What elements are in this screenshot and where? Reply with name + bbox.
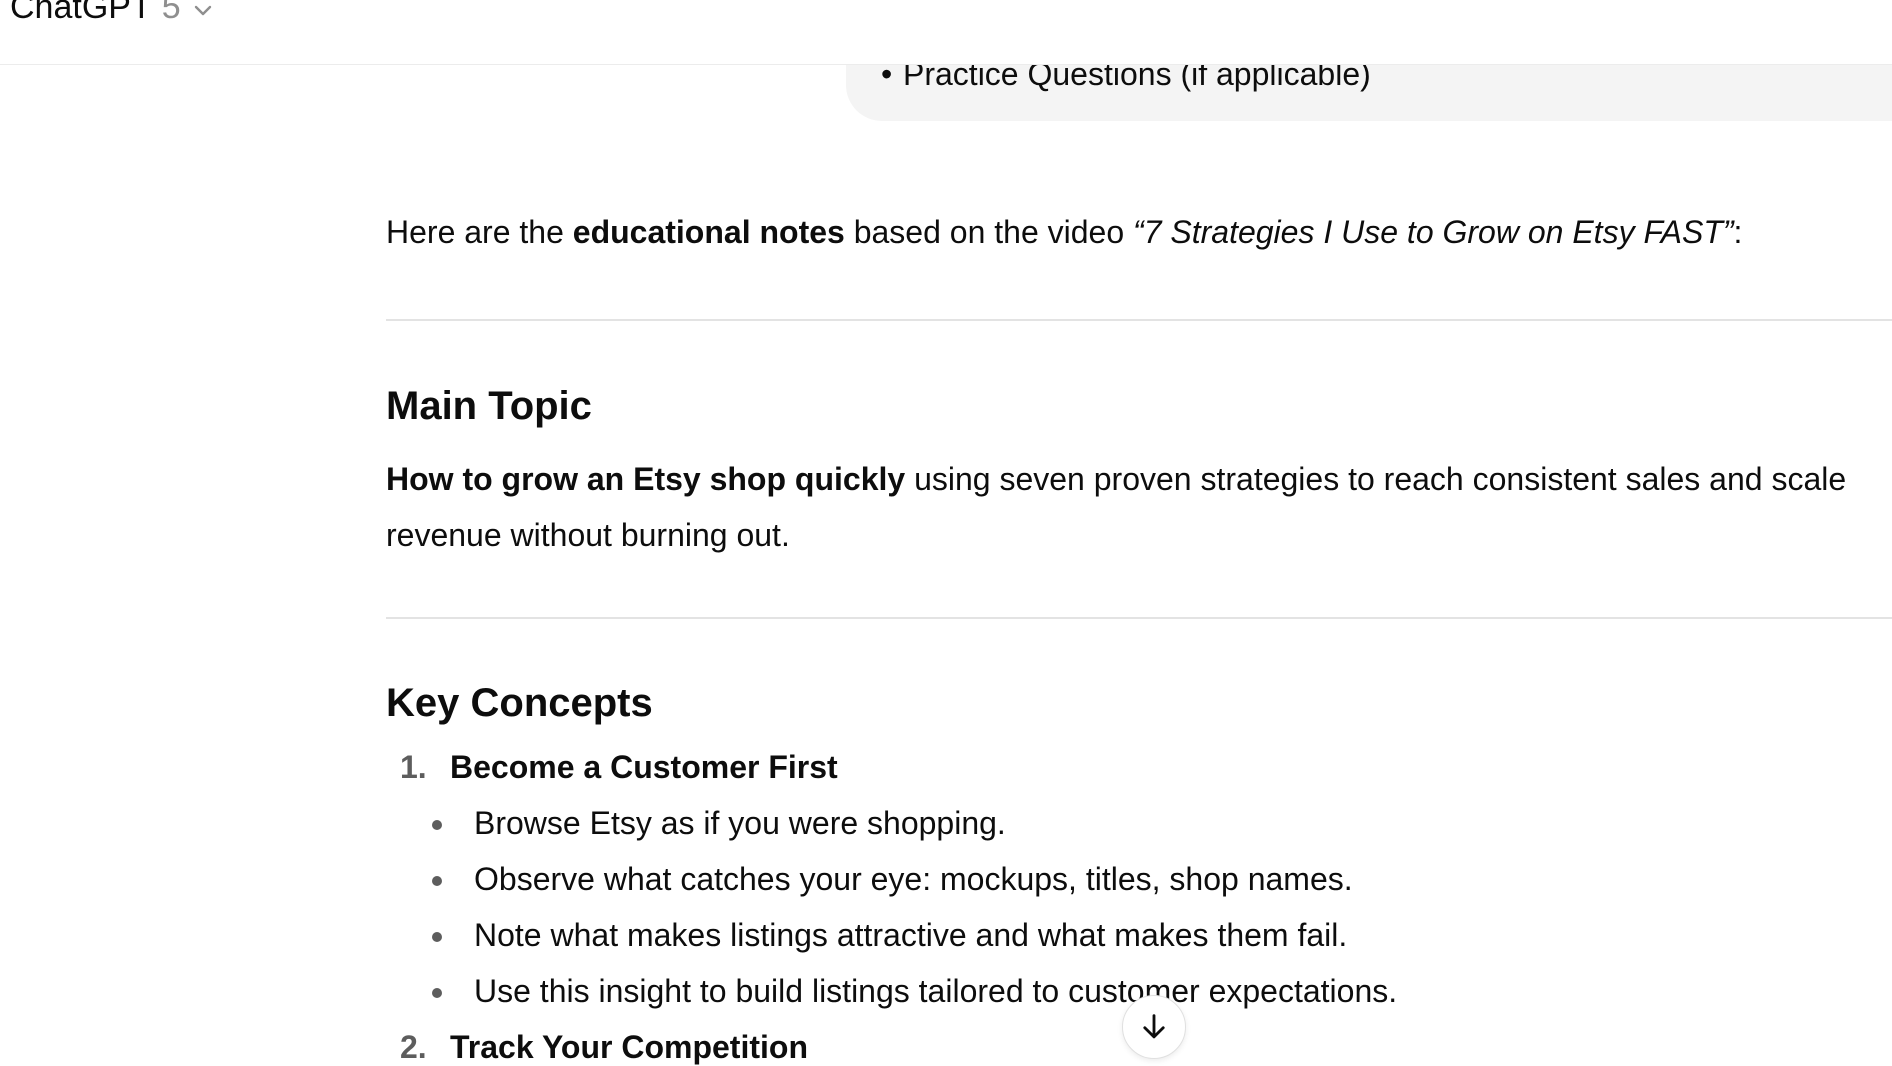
list-item: Note what makes listings attractive and … (432, 917, 1348, 954)
chevron-down-icon (194, 5, 211, 15)
concept-title: Become a Customer First (450, 749, 838, 785)
bullet-marker (432, 820, 442, 830)
main-topic-heading: Main Topic (386, 384, 592, 428)
list-item-text: Use this insight to build listings tailo… (474, 973, 1398, 1009)
divider (386, 319, 1892, 321)
intro-prefix: Here are the (386, 214, 573, 250)
list-item-text: Observe what catches your eye: mockups, … (474, 861, 1353, 897)
top-bar: ChatGPT 5 (0, 0, 1892, 65)
bullet-marker (432, 988, 442, 998)
list-item-text: Browse Etsy as if you were shopping. (474, 805, 1006, 841)
app-name: ChatGPT (10, 0, 152, 26)
divider (386, 617, 1892, 619)
list-number: 1. (400, 749, 427, 785)
list-item: Observe what catches your eye: mockups, … (432, 861, 1353, 898)
intro-middle: based on the video (844, 214, 1134, 250)
list-item: Browse Etsy as if you were shopping. (432, 805, 1006, 842)
main-topic-paragraph: How to grow an Etsy shop quickly using s… (386, 451, 1876, 563)
concept-title: Track Your Competition (450, 1029, 808, 1065)
scroll-to-bottom-button[interactable] (1122, 995, 1186, 1059)
main-topic-bold: How to grow an Etsy shop quickly (386, 461, 906, 497)
bullet-marker (432, 876, 442, 886)
intro-suffix: : (1733, 214, 1743, 250)
list-item: Use this insight to build listings tailo… (432, 973, 1398, 1010)
model-switcher[interactable]: ChatGPT 5 (10, 0, 215, 27)
bullet-marker (432, 932, 442, 942)
response-intro: Here are the educational notes based on … (386, 214, 1742, 251)
list-item-text: Note what makes listings attractive and … (474, 917, 1348, 953)
model-version: 5 (161, 0, 181, 26)
intro-bold: educational notes (572, 214, 845, 250)
arrow-down-icon (1143, 1014, 1165, 1039)
key-concepts-heading: Key Concepts (386, 681, 653, 725)
intro-video-title: “7 Strategies I Use to Grow on Etsy FAST… (1133, 214, 1734, 250)
list-number: 2. (400, 1029, 427, 1065)
